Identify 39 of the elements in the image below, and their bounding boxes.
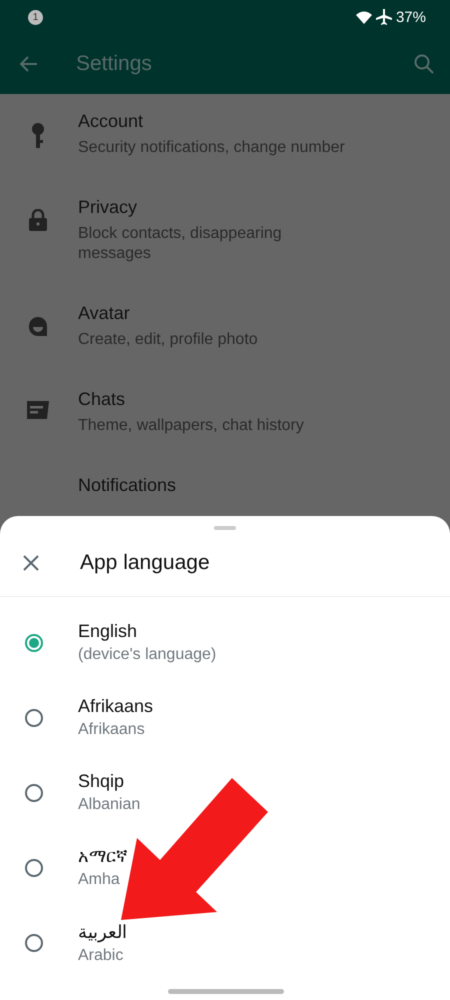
language-subtitle: Amha	[78, 871, 121, 889]
back-arrow-icon[interactable]	[20, 56, 38, 72]
radio-button[interactable]	[25, 858, 43, 876]
search-icon[interactable]	[414, 54, 434, 74]
battery-percentage: 37%	[396, 8, 426, 26]
chat-icon	[26, 401, 50, 419]
notification-badge: 1	[28, 10, 43, 24]
radio-button[interactable]	[25, 784, 43, 802]
key-icon	[31, 123, 45, 149]
setting-subtitle: Security notifications, change number	[78, 138, 346, 158]
navigation-handle[interactable]	[168, 989, 284, 994]
wifi-icon	[356, 10, 372, 24]
radio-button[interactable]	[25, 708, 43, 726]
setting-title: Account	[78, 111, 144, 132]
radio-button[interactable]	[25, 934, 43, 952]
setting-title: Notifications	[78, 475, 176, 496]
drag-handle[interactable]	[214, 526, 236, 530]
language-name: العربية	[78, 920, 127, 942]
language-subtitle: Albanian	[78, 796, 140, 814]
setting-subtitle: Theme, wallpapers, chat history	[78, 416, 305, 436]
language-subtitle: Afrikaans	[78, 721, 146, 739]
language-subtitle: (device's language)	[78, 646, 216, 664]
setting-title: Avatar	[78, 303, 131, 324]
radio-button[interactable]	[25, 634, 43, 652]
airplane-icon	[376, 9, 392, 25]
language-name: English	[78, 621, 138, 642]
avatar-icon	[27, 315, 49, 337]
close-icon[interactable]	[22, 554, 40, 572]
setting-subtitle: Block contacts, disappearing messages	[78, 224, 283, 264]
setting-title: Privacy	[78, 197, 138, 218]
setting-subtitle: Create, edit, profile photo	[78, 330, 259, 350]
language-name: አማርኛ	[78, 846, 127, 867]
language-subtitle: Arabic	[78, 946, 124, 964]
language-name: Shqip	[78, 771, 126, 792]
sheet-title: App language	[80, 551, 210, 575]
setting-title: Chats	[78, 389, 126, 410]
language-name: Afrikaans	[78, 696, 154, 717]
lock-icon	[29, 209, 47, 231]
screen-title: Settings	[76, 52, 153, 76]
